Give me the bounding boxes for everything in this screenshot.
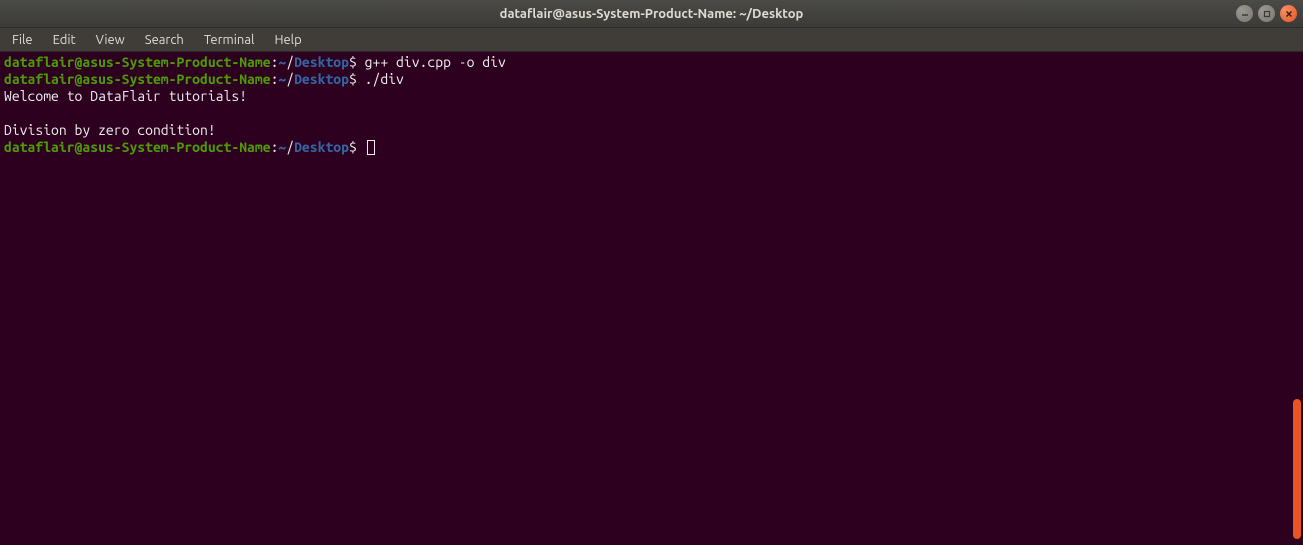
prompt-symbol: $	[349, 139, 357, 155]
scrollbar-thumb[interactable]	[1293, 399, 1301, 539]
menu-search[interactable]: Search	[135, 30, 194, 50]
menu-help[interactable]: Help	[264, 30, 311, 50]
terminal-command-1: g++ div.cpp -o div	[357, 54, 506, 70]
prompt-symbol: $	[349, 71, 357, 87]
prompt-slash: /	[286, 71, 294, 87]
prompt-dir: Desktop	[294, 71, 349, 87]
menu-edit[interactable]: Edit	[43, 30, 86, 50]
menu-file[interactable]: File	[2, 30, 43, 50]
terminal-output-line: Welcome to DataFlair tutorials!	[4, 88, 247, 104]
menu-view[interactable]: View	[86, 30, 135, 50]
prompt-dir: Desktop	[294, 139, 349, 155]
window-controls	[1236, 5, 1297, 22]
terminal-command-2: ./div	[357, 71, 404, 87]
minimize-button[interactable]	[1236, 5, 1253, 22]
maximize-button[interactable]	[1258, 5, 1275, 22]
prompt-symbol: $	[349, 54, 357, 70]
window-title: dataflair@asus-System-Product-Name: ~/De…	[500, 7, 804, 21]
menubar: File Edit View Search Terminal Help	[0, 28, 1303, 52]
menu-terminal[interactable]: Terminal	[194, 30, 265, 50]
terminal-output-line: Division by zero condition!	[4, 122, 216, 138]
prompt-slash: /	[286, 54, 294, 70]
close-button[interactable]	[1280, 5, 1297, 22]
prompt-user-host: dataflair@asus-System-Product-Name	[4, 54, 271, 70]
prompt-dir: Desktop	[294, 54, 349, 70]
cursor-icon	[367, 140, 375, 155]
terminal-output-area[interactable]: dataflair@asus-System-Product-Name:~/Des…	[0, 52, 1303, 545]
prompt-user-host: dataflair@asus-System-Product-Name	[4, 139, 271, 155]
scrollbar-track[interactable]	[1291, 52, 1303, 545]
prompt-user-host: dataflair@asus-System-Product-Name	[4, 71, 271, 87]
prompt-slash: /	[286, 139, 294, 155]
window-titlebar: dataflair@asus-System-Product-Name: ~/De…	[0, 0, 1303, 28]
